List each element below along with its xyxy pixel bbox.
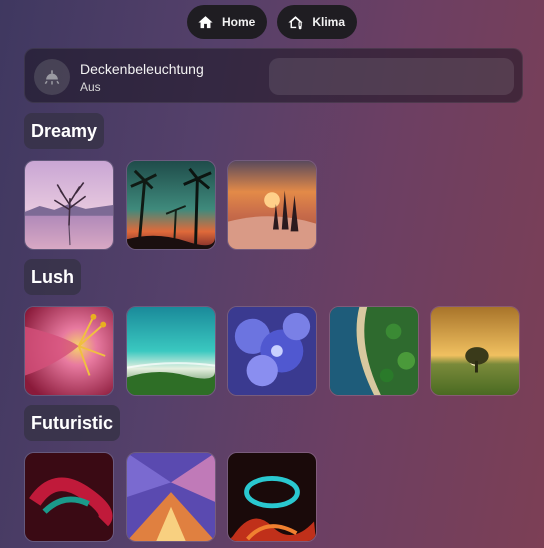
section-label-futuristic: Futuristic (24, 405, 121, 441)
home-thermometer-icon (288, 15, 303, 29)
ceiling-light-card[interactable]: Deckenbeleuchtung Aus (24, 48, 523, 103)
red-teal-swirl-tile[interactable] (24, 452, 114, 542)
meadow-tree-sunset-tile[interactable] (430, 306, 520, 396)
snowy-trees-sunset-tile[interactable] (227, 160, 317, 250)
ceiling-light-toggle[interactable] (34, 59, 70, 95)
lone-tree-lake-tile[interactable] (24, 160, 114, 250)
turquoise-coast-tile[interactable] (126, 306, 216, 396)
climate-view-label: Klima (312, 15, 346, 29)
cosmic-fire-swirl-tile[interactable] (227, 452, 317, 542)
section-label-dreamy: Dreamy (24, 113, 105, 149)
home-view-button[interactable]: Home (186, 5, 268, 39)
ceiling-light-icon (44, 70, 60, 85)
aerial-forest-coast-tile[interactable] (329, 306, 419, 396)
brightness-slider[interactable] (269, 58, 514, 95)
polygon-crystal-tile[interactable] (126, 452, 216, 542)
home-icon (198, 15, 213, 28)
top-navigation: Home Klima (0, 5, 544, 39)
climate-view-button[interactable]: Klima (277, 5, 358, 39)
palm-trees-sunset-tile[interactable] (126, 160, 216, 250)
home-view-label: Home (221, 15, 256, 29)
pink-lily-flower-tile[interactable] (24, 306, 114, 396)
section-label-lush: Lush (24, 259, 81, 295)
light-state: Aus (80, 80, 101, 94)
blue-hydrangea-tile[interactable] (227, 306, 317, 396)
light-name: Deckenbeleuchtung (80, 61, 204, 77)
